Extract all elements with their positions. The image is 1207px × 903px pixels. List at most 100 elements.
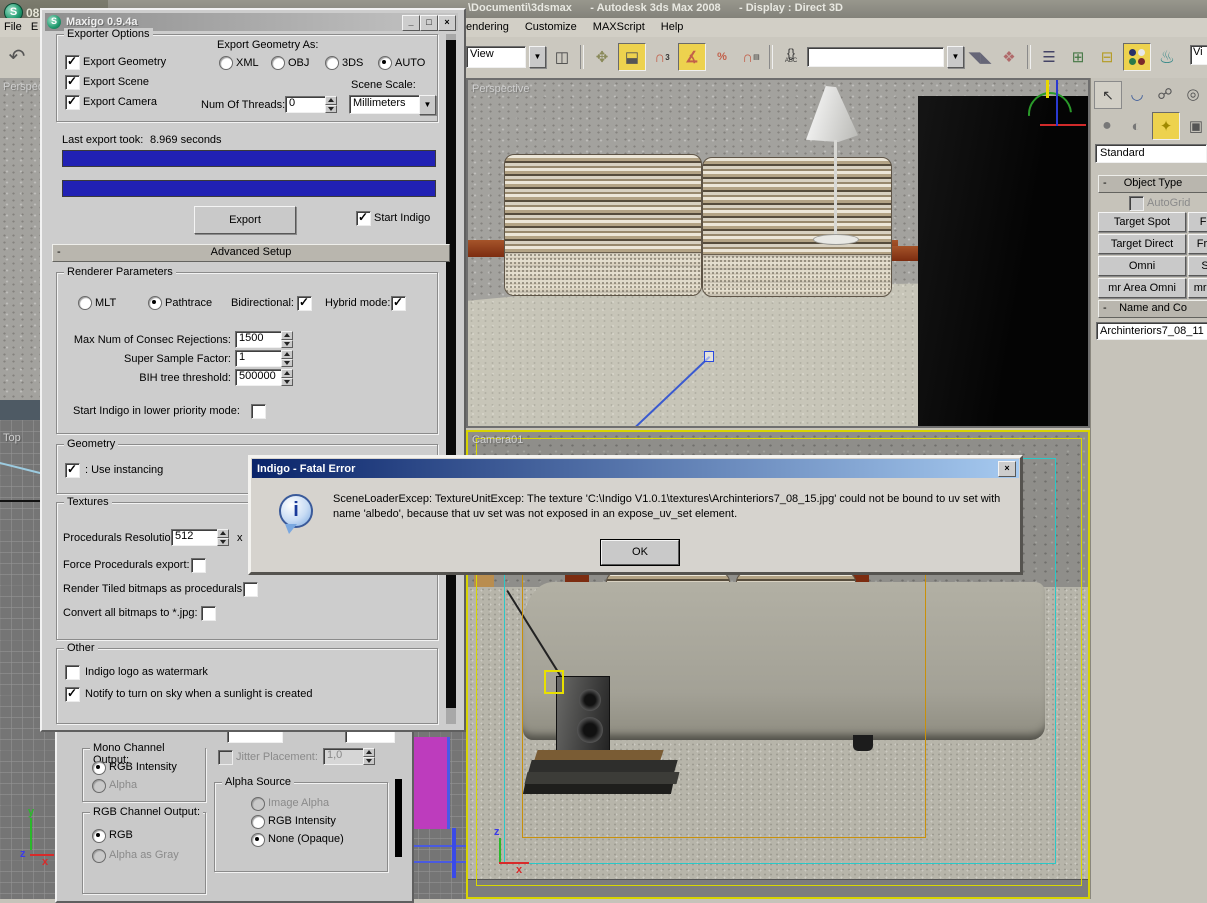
- wardrobe[interactable]: [918, 96, 1088, 428]
- rollup-name-color[interactable]: - Name and Co: [1098, 300, 1207, 318]
- start-indigo-checkbox[interactable]: [356, 211, 371, 226]
- category-lights-icon[interactable]: ✦: [1152, 112, 1180, 140]
- tab-motion-icon[interactable]: ◎: [1180, 81, 1206, 107]
- select-manipulate-icon[interactable]: ✥: [589, 44, 615, 70]
- angle-snap-icon[interactable]: ∡: [678, 43, 706, 71]
- error-dialog-title-bar[interactable]: Indigo - Fatal Error ×: [252, 459, 1019, 478]
- light-button-mr-area-spot[interactable]: mr A: [1188, 278, 1207, 298]
- material-editor-icon[interactable]: [1123, 43, 1151, 71]
- ok-button[interactable]: OK: [601, 540, 679, 565]
- num-threads-field[interactable]: 0: [285, 96, 326, 113]
- pillow-right[interactable]: [702, 157, 892, 297]
- pillow-left[interactable]: [504, 154, 702, 296]
- menu-customize[interactable]: Customize: [525, 21, 577, 33]
- tab-modify-icon[interactable]: ◡: [1124, 81, 1150, 107]
- num-threads-spinner[interactable]: [325, 96, 337, 113]
- super-sample-field[interactable]: 1: [235, 350, 282, 367]
- category-shapes-icon[interactable]: ◐: [1123, 113, 1149, 139]
- light-button-free-spot[interactable]: Fr: [1188, 212, 1207, 232]
- category-geometry-icon[interactable]: ●: [1094, 113, 1120, 139]
- max-rejections-field[interactable]: 1500: [235, 331, 282, 348]
- alpha-image-alpha-radio[interactable]: [251, 797, 265, 811]
- alpha-rgb-intensity-radio[interactable]: [251, 815, 265, 829]
- export-scene-checkbox[interactable]: [65, 75, 80, 90]
- max-rejections-spinner[interactable]: [281, 331, 293, 348]
- maxigo-scrollbar-track[interactable]: [446, 34, 456, 724]
- maxigo-scrollbar-thumb[interactable]: [446, 40, 456, 708]
- light-button-mr-area-omni[interactable]: mr Area Omni: [1098, 278, 1186, 298]
- autogrid-checkbox[interactable]: [1129, 196, 1144, 211]
- rollup-object-type[interactable]: - Object Type: [1098, 175, 1207, 193]
- mono-rgb-intensity-radio[interactable]: [92, 761, 106, 775]
- procedurals-resolution-spinner[interactable]: [217, 529, 229, 546]
- menu-rendering[interactable]: endering: [466, 21, 509, 33]
- maxigo-dialog[interactable]: S Maxigo 0.9.4a _ □ × Exporter Options E…: [40, 8, 466, 732]
- undo-icon[interactable]: ↶: [4, 43, 30, 69]
- export-camera-checkbox[interactable]: [65, 95, 80, 110]
- jitter-checkbox[interactable]: [218, 750, 233, 765]
- spinner-snap-icon[interactable]: ∩▤: [738, 44, 764, 70]
- error-close-button[interactable]: ×: [998, 461, 1016, 477]
- menu-file-edit[interactable]: File E: [4, 21, 38, 33]
- viewport-label-camera01[interactable]: Camera01: [472, 434, 523, 446]
- light-button-skylight[interactable]: S: [1188, 256, 1207, 276]
- mono-alpha-radio[interactable]: [92, 779, 106, 793]
- named-selection-sets-icon[interactable]: {}ABC: [778, 44, 804, 70]
- convert-jpg-checkbox[interactable]: [201, 606, 216, 621]
- light-button-target-spot[interactable]: Target Spot: [1098, 212, 1186, 232]
- format-obj-radio[interactable]: [271, 56, 285, 70]
- viewport-label-top[interactable]: Top: [3, 432, 21, 444]
- percent-snap-icon[interactable]: %: [709, 44, 735, 70]
- maximize-button[interactable]: □: [420, 15, 438, 31]
- coordsys-dropdown-arrow-icon[interactable]: ▼: [529, 46, 546, 68]
- category-cameras-icon[interactable]: ▣: [1183, 113, 1207, 139]
- menu-maxscript[interactable]: MAXScript: [593, 21, 645, 33]
- output-dialog[interactable]: Jitter Placement: 1,0 Mono Channel Outpu…: [55, 728, 414, 903]
- rgb-rgb-radio[interactable]: [92, 829, 106, 843]
- procedurals-resolution-field[interactable]: 512: [171, 529, 218, 546]
- alpha-none-radio[interactable]: [251, 833, 265, 847]
- export-geometry-checkbox[interactable]: [65, 55, 80, 70]
- reference-coordsys-dropdown[interactable]: View: [466, 46, 526, 68]
- pathtrace-radio[interactable]: [148, 296, 162, 310]
- render-tiled-checkbox[interactable]: [243, 582, 258, 597]
- notify-sky-checkbox[interactable]: [65, 687, 80, 702]
- top-view-magenta-object[interactable]: [413, 737, 450, 829]
- output-dialog-scrollbar[interactable]: [395, 779, 402, 857]
- light-button-free-direct[interactable]: Fre: [1188, 234, 1207, 254]
- force-procedurals-checkbox[interactable]: [191, 558, 206, 573]
- mirror-icon[interactable]: ◥◣: [967, 44, 993, 70]
- menu-help[interactable]: Help: [661, 21, 684, 33]
- viewport-label-perspective[interactable]: Perspective: [472, 83, 529, 95]
- error-dialog[interactable]: Indigo - Fatal Error × i SceneLoaderExce…: [248, 455, 1023, 575]
- use-instancing-checkbox[interactable]: [65, 463, 80, 478]
- scene-scale-dropdown-arrow-icon[interactable]: ▼: [419, 95, 436, 115]
- rgb-alpha-gray-radio[interactable]: [92, 849, 106, 863]
- bidirectional-checkbox[interactable]: [297, 296, 312, 311]
- minimize-button[interactable]: _: [402, 15, 420, 31]
- format-auto-radio[interactable]: [378, 56, 392, 70]
- snaps-toggle-icon[interactable]: ⬓: [618, 43, 646, 71]
- light-target-marker[interactable]: [704, 351, 714, 362]
- schematic-view-icon[interactable]: ⊟: [1094, 44, 1120, 70]
- light-type-dropdown[interactable]: Standard: [1095, 144, 1207, 163]
- layer-manager-icon[interactable]: ☰: [1036, 44, 1062, 70]
- render-setup-icon[interactable]: ♨: [1154, 44, 1180, 70]
- tab-create-icon[interactable]: ↖: [1094, 81, 1122, 109]
- format-3ds-radio[interactable]: [325, 56, 339, 70]
- jitter-field[interactable]: 1,0: [323, 748, 366, 765]
- close-button[interactable]: ×: [438, 15, 456, 31]
- snap-magnet-3d-icon[interactable]: ∩3: [649, 44, 675, 70]
- render-type-dropdown[interactable]: Vi: [1190, 45, 1207, 65]
- use-pivot-center-icon[interactable]: ◫: [549, 44, 575, 70]
- named-selection-dropdown[interactable]: [807, 47, 944, 67]
- low-priority-checkbox[interactable]: [251, 404, 266, 419]
- mlt-radio[interactable]: [78, 296, 92, 310]
- light-button-omni[interactable]: Omni: [1098, 256, 1186, 276]
- watermark-checkbox[interactable]: [65, 665, 80, 680]
- export-button[interactable]: Export: [194, 206, 296, 234]
- align-icon[interactable]: ❖: [996, 44, 1022, 70]
- format-xml-radio[interactable]: [219, 56, 233, 70]
- jitter-spinner[interactable]: [363, 748, 375, 765]
- curve-editor-icon[interactable]: ⊞: [1065, 44, 1091, 70]
